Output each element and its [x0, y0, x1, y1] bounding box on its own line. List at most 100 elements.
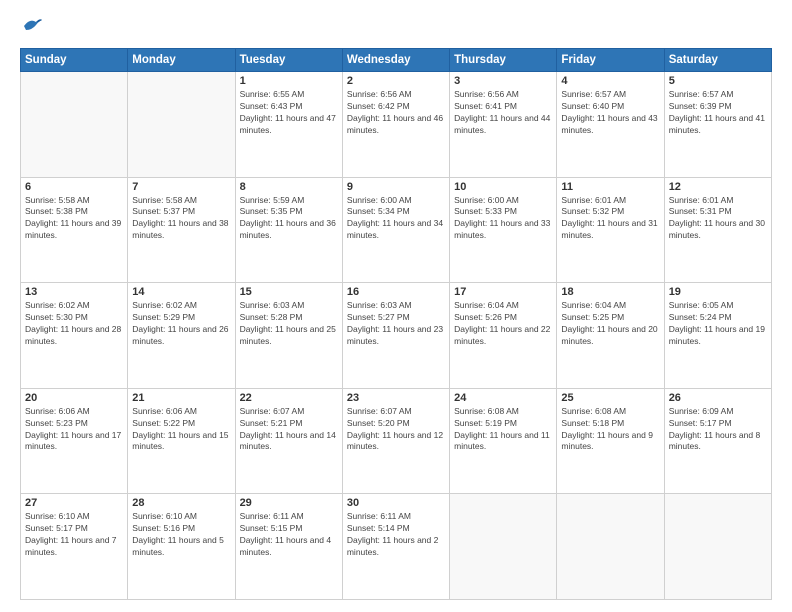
- day-info: Sunrise: 6:07 AM Sunset: 5:20 PM Dayligh…: [347, 406, 445, 454]
- calendar-cell: 4Sunrise: 6:57 AM Sunset: 6:40 PM Daylig…: [557, 72, 664, 178]
- day-info: Sunrise: 6:03 AM Sunset: 5:28 PM Dayligh…: [240, 300, 338, 348]
- calendar-cell: 22Sunrise: 6:07 AM Sunset: 5:21 PM Dayli…: [235, 388, 342, 494]
- weekday-sunday: Sunday: [21, 49, 128, 72]
- calendar-cell: 11Sunrise: 6:01 AM Sunset: 5:32 PM Dayli…: [557, 177, 664, 283]
- day-info: Sunrise: 6:01 AM Sunset: 5:31 PM Dayligh…: [669, 195, 767, 243]
- day-info: Sunrise: 6:04 AM Sunset: 5:25 PM Dayligh…: [561, 300, 659, 348]
- calendar-cell: 26Sunrise: 6:09 AM Sunset: 5:17 PM Dayli…: [664, 388, 771, 494]
- day-number: 17: [454, 286, 552, 298]
- calendar-cell: 9 Sunrise: 6:00 AM Sunset: 5:34 PM Daylig…: [342, 177, 449, 283]
- calendar-cell: 19 Sunrise: 6:05 AM Sunset: 5:24 PM Dayli…: [664, 283, 771, 389]
- calendar-cell: 15 Sunrise: 6:03 AM Sunset: 5:28 PM Dayli…: [235, 283, 342, 389]
- calendar-cell: 25 Sunrise: 6:08 AM Sunset: 5:18 PM Dayli…: [557, 388, 664, 494]
- day-info: Sunrise: 6:11 AM Sunset: 5:15 PM Dayligh…: [240, 511, 338, 559]
- day-info: Sunrise: 6:08 AM Sunset: 5:19 PM Dayligh…: [454, 406, 552, 454]
- calendar-cell: 29 Sunrise: 6:11 AM Sunset: 5:15 PM Dayli…: [235, 494, 342, 600]
- calendar-cell: 5 Sunrise: 6:57 AM Sunset: 6:39 PM Daylig…: [664, 72, 771, 178]
- day-number: 15: [240, 286, 338, 298]
- day-number: 14: [132, 286, 230, 298]
- day-number: 23: [347, 392, 445, 404]
- calendar-cell: 30Sunrise: 6:11 AM Sunset: 5:14 PM Dayli…: [342, 494, 449, 600]
- calendar-cell: 13 Sunrise: 6:02 AM Sunset: 5:30 PM Dayli…: [21, 283, 128, 389]
- calendar-cell: 17 Sunrise: 6:04 AM Sunset: 5:26 PM Dayli…: [450, 283, 557, 389]
- calendar-cell: 1 Sunrise: 6:55 AM Sunset: 6:43 PM Daylig…: [235, 72, 342, 178]
- calendar-cell: 28 Sunrise: 6:10 AM Sunset: 5:16 PM Dayli…: [128, 494, 235, 600]
- day-number: 26: [669, 392, 767, 404]
- day-number: 16: [347, 286, 445, 298]
- day-info: Sunrise: 5:58 AM Sunset: 5:38 PM Dayligh…: [25, 195, 123, 243]
- day-info: Sunrise: 6:05 AM Sunset: 5:24 PM Dayligh…: [669, 300, 767, 348]
- calendar-cell: 16 Sunrise: 6:03 AM Sunset: 5:27 PM Dayli…: [342, 283, 449, 389]
- weekday-tuesday: Tuesday: [235, 49, 342, 72]
- calendar-cell: 10 Sunrise: 6:00 AM Sunset: 5:33 PM Dayli…: [450, 177, 557, 283]
- calendar-table: SundayMondayTuesdayWednesdayThursdayFrid…: [20, 48, 772, 600]
- day-number: 3: [454, 75, 552, 87]
- day-info: Sunrise: 6:02 AM Sunset: 5:29 PM Dayligh…: [132, 300, 230, 348]
- bird-icon: [22, 16, 44, 34]
- day-number: 10: [454, 181, 552, 193]
- weekday-friday: Friday: [557, 49, 664, 72]
- calendar-cell: [128, 72, 235, 178]
- day-info: Sunrise: 6:02 AM Sunset: 5:30 PM Dayligh…: [25, 300, 123, 348]
- day-number: 2: [347, 75, 445, 87]
- day-number: 20: [25, 392, 123, 404]
- day-info: Sunrise: 6:08 AM Sunset: 5:18 PM Dayligh…: [561, 406, 659, 454]
- calendar-cell: 14 Sunrise: 6:02 AM Sunset: 5:29 PM Dayli…: [128, 283, 235, 389]
- day-number: 4: [561, 75, 659, 87]
- calendar-cell: 3Sunrise: 6:56 AM Sunset: 6:41 PM Daylig…: [450, 72, 557, 178]
- calendar-cell: 7Sunrise: 5:58 AM Sunset: 5:37 PM Daylig…: [128, 177, 235, 283]
- calendar-cell: 21Sunrise: 6:06 AM Sunset: 5:22 PM Dayli…: [128, 388, 235, 494]
- calendar-cell: 20 Sunrise: 6:06 AM Sunset: 5:23 PM Dayli…: [21, 388, 128, 494]
- day-number: 22: [240, 392, 338, 404]
- day-info: Sunrise: 6:57 AM Sunset: 6:39 PM Dayligh…: [669, 89, 767, 137]
- day-info: Sunrise: 6:00 AM Sunset: 5:33 PM Dayligh…: [454, 195, 552, 243]
- day-number: 18: [561, 286, 659, 298]
- calendar-week-4: 27 Sunrise: 6:10 AM Sunset: 5:17 PM Dayli…: [21, 494, 772, 600]
- day-number: 12: [669, 181, 767, 193]
- calendar-cell: 2 Sunrise: 6:56 AM Sunset: 6:42 PM Daylig…: [342, 72, 449, 178]
- day-number: 27: [25, 497, 123, 509]
- day-number: 9: [347, 181, 445, 193]
- day-number: 1: [240, 75, 338, 87]
- weekday-saturday: Saturday: [664, 49, 771, 72]
- day-number: 24: [454, 392, 552, 404]
- calendar-cell: 6 Sunrise: 5:58 AM Sunset: 5:38 PM Daylig…: [21, 177, 128, 283]
- day-number: 6: [25, 181, 123, 193]
- day-info: Sunrise: 6:11 AM Sunset: 5:14 PM Dayligh…: [347, 511, 445, 559]
- day-info: Sunrise: 6:56 AM Sunset: 6:42 PM Dayligh…: [347, 89, 445, 137]
- calendar-cell: [557, 494, 664, 600]
- calendar-cell: 18 Sunrise: 6:04 AM Sunset: 5:25 PM Dayli…: [557, 283, 664, 389]
- day-info: Sunrise: 6:10 AM Sunset: 5:17 PM Dayligh…: [25, 511, 123, 559]
- day-info: Sunrise: 6:04 AM Sunset: 5:26 PM Dayligh…: [454, 300, 552, 348]
- weekday-wednesday: Wednesday: [342, 49, 449, 72]
- weekday-thursday: Thursday: [450, 49, 557, 72]
- calendar-week-3: 20 Sunrise: 6:06 AM Sunset: 5:23 PM Dayli…: [21, 388, 772, 494]
- day-number: 28: [132, 497, 230, 509]
- calendar-cell: [450, 494, 557, 600]
- calendar-cell: 23 Sunrise: 6:07 AM Sunset: 5:20 PM Dayli…: [342, 388, 449, 494]
- day-number: 11: [561, 181, 659, 193]
- day-info: Sunrise: 6:03 AM Sunset: 5:27 PM Dayligh…: [347, 300, 445, 348]
- day-info: Sunrise: 6:10 AM Sunset: 5:16 PM Dayligh…: [132, 511, 230, 559]
- calendar-cell: 12 Sunrise: 6:01 AM Sunset: 5:31 PM Dayli…: [664, 177, 771, 283]
- day-info: Sunrise: 6:55 AM Sunset: 6:43 PM Dayligh…: [240, 89, 338, 137]
- header: [20, 16, 772, 38]
- calendar-week-0: 1 Sunrise: 6:55 AM Sunset: 6:43 PM Daylig…: [21, 72, 772, 178]
- calendar-cell: [664, 494, 771, 600]
- day-number: 13: [25, 286, 123, 298]
- day-info: Sunrise: 6:00 AM Sunset: 5:34 PM Dayligh…: [347, 195, 445, 243]
- day-info: Sunrise: 6:06 AM Sunset: 5:23 PM Dayligh…: [25, 406, 123, 454]
- weekday-monday: Monday: [128, 49, 235, 72]
- weekday-header-row: SundayMondayTuesdayWednesdayThursdayFrid…: [21, 49, 772, 72]
- logo: [20, 16, 44, 38]
- day-number: 25: [561, 392, 659, 404]
- calendar-week-1: 6 Sunrise: 5:58 AM Sunset: 5:38 PM Daylig…: [21, 177, 772, 283]
- calendar-cell: [21, 72, 128, 178]
- calendar-cell: 27 Sunrise: 6:10 AM Sunset: 5:17 PM Dayli…: [21, 494, 128, 600]
- calendar-cell: 8Sunrise: 5:59 AM Sunset: 5:35 PM Daylig…: [235, 177, 342, 283]
- day-info: Sunrise: 5:58 AM Sunset: 5:37 PM Dayligh…: [132, 195, 230, 243]
- day-number: 19: [669, 286, 767, 298]
- day-number: 29: [240, 497, 338, 509]
- day-info: Sunrise: 5:59 AM Sunset: 5:35 PM Dayligh…: [240, 195, 338, 243]
- day-number: 5: [669, 75, 767, 87]
